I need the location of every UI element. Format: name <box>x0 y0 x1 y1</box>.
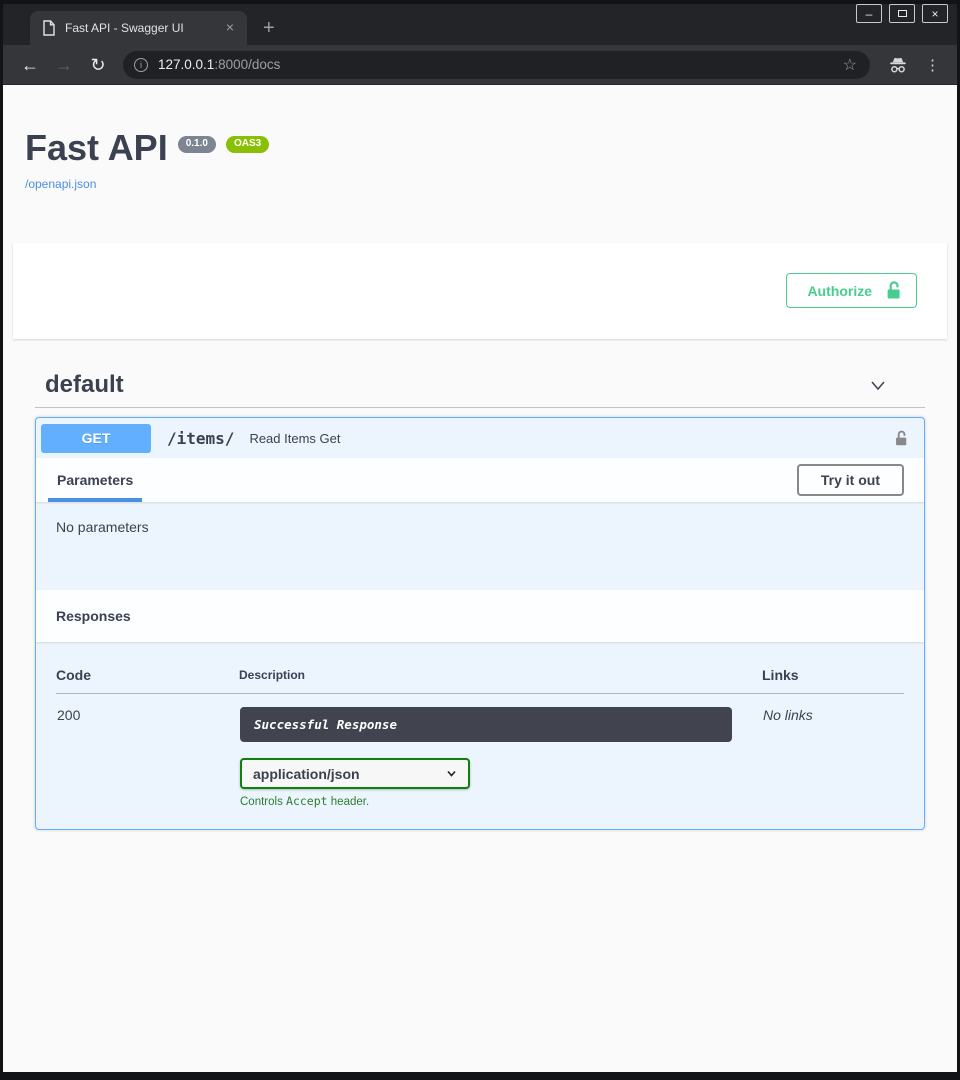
description-column-header: Description <box>239 659 762 694</box>
close-button[interactable]: × <box>922 4 948 23</box>
url-path: :8000/docs <box>214 57 280 72</box>
menu-icon[interactable]: ⋮ <box>925 56 940 74</box>
tag-section-header[interactable]: default <box>35 361 925 408</box>
opblock-get-items: GET /items/ Read Items Get Parameters Tr… <box>35 417 925 830</box>
swagger-page: Fast API 0.1.0 OAS3 /openapi.json Author… <box>3 85 957 1072</box>
forward-icon: → <box>51 52 77 78</box>
media-type-select[interactable]: application/json <box>240 758 470 789</box>
response-description-box: Successful Response <box>240 707 732 742</box>
controls-accept-note: Controls Accept header. <box>240 794 761 808</box>
response-links: No links <box>762 694 904 810</box>
controls-note-suffix: header. <box>328 796 370 808</box>
response-code: 200 <box>56 694 239 810</box>
opblock-summary[interactable]: GET /items/ Read Items Get <box>36 418 924 458</box>
browser-window: Fast API - Swagger UI × + – × ← → ↻ i 12… <box>0 0 960 1080</box>
maximize-icon <box>898 10 907 17</box>
page-favicon-icon <box>42 20 56 36</box>
try-it-out-button[interactable]: Try it out <box>797 464 904 496</box>
parameters-tab: Parameters <box>48 458 142 502</box>
authorize-button[interactable]: Authorize <box>786 273 917 308</box>
response-description-cell: Successful Response application/json Con… <box>239 694 762 810</box>
site-info-icon[interactable]: i <box>134 58 148 72</box>
controls-note-code: Accept <box>286 794 328 808</box>
responses-header: Responses <box>36 590 924 642</box>
http-method-badge: GET <box>41 424 151 453</box>
response-row: 200 Successful Response application/json… <box>56 694 904 810</box>
authorize-label: Authorize <box>807 283 872 299</box>
unlocked-padlock-icon <box>884 280 904 301</box>
tab-title: Fast API - Swagger UI <box>65 21 221 35</box>
refresh-icon[interactable]: ↻ <box>85 52 111 78</box>
maximize-button[interactable] <box>889 4 915 23</box>
media-type-value: application/json <box>253 766 360 782</box>
incognito-icon <box>888 56 908 74</box>
scheme-container: Authorize <box>13 243 947 339</box>
responses-table: Code Description Links 200 Successful Re… <box>56 659 904 809</box>
tag-title: default <box>45 371 124 399</box>
parameters-header: Parameters Try it out <box>36 458 924 502</box>
select-chevron-down-icon <box>445 767 458 780</box>
controls-note-prefix: Controls <box>240 796 286 808</box>
responses-title: Responses <box>56 608 131 624</box>
lock-icon[interactable] <box>893 429 910 448</box>
api-info: Fast API 0.1.0 OAS3 /openapi.json <box>3 85 957 193</box>
openapi-spec-link[interactable]: /openapi.json <box>25 177 96 191</box>
code-column-header: Code <box>56 659 239 694</box>
browser-toolbar: ← → ↻ i 127.0.0.1:8000/docs ☆ ⋮ <box>3 45 957 85</box>
no-parameters-text: No parameters <box>56 519 149 535</box>
chevron-down-icon[interactable] <box>867 374 889 396</box>
browser-titlebar: Fast API - Swagger UI × + – × <box>3 4 957 45</box>
links-column-header: Links <box>762 659 904 694</box>
oas3-badge: OAS3 <box>226 136 269 153</box>
minimize-button[interactable]: – <box>856 4 882 23</box>
window-controls: – × <box>856 4 948 23</box>
page-title: Fast API <box>25 128 168 168</box>
version-badge: 0.1.0 <box>178 136 216 153</box>
url-host: 127.0.0.1 <box>158 57 214 72</box>
browser-tab[interactable]: Fast API - Swagger UI × <box>30 11 247 45</box>
new-tab-button[interactable]: + <box>263 18 275 38</box>
operation-path: /items/ <box>167 429 234 448</box>
tab-close-icon[interactable]: × <box>221 19 239 37</box>
parameters-body: No parameters <box>36 502 924 590</box>
operation-summary: Read Items Get <box>249 431 340 446</box>
address-bar[interactable]: i 127.0.0.1:8000/docs ☆ <box>123 51 870 79</box>
url-text: 127.0.0.1:8000/docs <box>158 57 836 72</box>
bookmark-star-icon[interactable]: ☆ <box>843 55 857 75</box>
responses-body: Code Description Links 200 Successful Re… <box>36 642 924 829</box>
back-icon[interactable]: ← <box>17 52 43 78</box>
